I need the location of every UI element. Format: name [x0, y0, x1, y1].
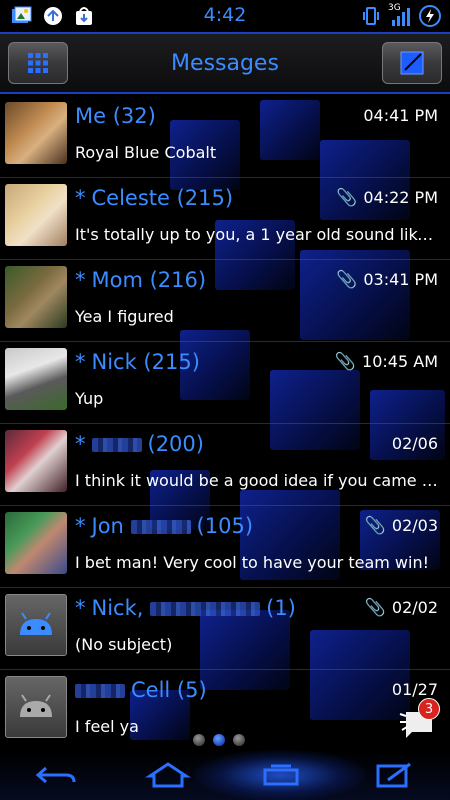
message-snippet: Yup	[75, 389, 104, 408]
contact-name: Cell (5)	[75, 678, 207, 702]
android-icon	[20, 612, 52, 635]
message-snippet: I feel ya	[75, 717, 139, 736]
message-time: 📎 02/02	[364, 598, 438, 618]
status-bar: 4:42 3G	[0, 0, 450, 32]
message-snippet: I bet man! Very cool to have your team w…	[75, 553, 430, 572]
contact-name: * Celeste (215)	[75, 186, 234, 210]
signal-strength-icon	[392, 8, 410, 26]
clock: 4:42	[203, 4, 247, 26]
contact-avatar[interactable]	[5, 266, 67, 328]
contact-avatar[interactable]	[5, 348, 67, 410]
redacted-name	[75, 684, 125, 698]
conversation-row[interactable]: * Nick (215) 📎 10:45 AM Yup	[0, 342, 450, 424]
back-icon[interactable]	[32, 760, 80, 790]
app-header: Messages	[0, 32, 450, 94]
contact-avatar[interactable]	[5, 676, 67, 738]
attachment-icon: 📎	[336, 188, 358, 208]
compose-button[interactable]	[382, 42, 442, 84]
contact-name: * Nick (215)	[75, 350, 200, 374]
star-icon: *	[75, 596, 86, 620]
message-time: 04:41 PM	[363, 106, 438, 125]
page-dot[interactable]	[193, 734, 205, 746]
message-time: 📎 04:22 PM	[336, 188, 438, 208]
contact-name: * (200)	[75, 432, 204, 456]
conversation-list: Me (32) 04:41 PM Royal Blue Cobalt * Cele…	[0, 96, 450, 752]
page-dot-active[interactable]	[213, 734, 225, 746]
message-time: 01/27	[391, 680, 438, 699]
vibrate-icon	[363, 7, 379, 25]
battery-charging-icon	[419, 5, 441, 27]
contact-avatar[interactable]	[5, 512, 67, 574]
contact-avatar[interactable]	[5, 594, 67, 656]
contact-name: * Jon (105)	[75, 514, 254, 538]
contact-name: Me (32)	[75, 104, 156, 128]
star-icon: *	[75, 268, 86, 292]
star-icon: *	[75, 432, 86, 456]
contact-avatar[interactable]	[5, 102, 67, 164]
android-icon	[20, 694, 52, 717]
message-time: 📎 10:45 AM	[334, 352, 438, 372]
conversation-row[interactable]: * Nick, (1) 📎 02/02 (No subject)	[0, 588, 450, 670]
contact-avatar[interactable]	[5, 184, 67, 246]
recent-apps-icon[interactable]	[257, 760, 305, 790]
message-snippet: (No subject)	[75, 635, 173, 654]
conversation-row[interactable]: * Celeste (215) 📎 04:22 PM It's totally up…	[0, 178, 450, 260]
conversation-row[interactable]: * Jon (105) 📎 02/03 I bet man! Very cool t…	[0, 506, 450, 588]
message-snippet: Yea I figured	[75, 307, 174, 326]
star-icon: *	[75, 186, 86, 210]
navigation-bar	[0, 750, 450, 800]
unread-count-badge: 3	[418, 698, 440, 720]
contact-avatar[interactable]	[5, 430, 67, 492]
contact-name: * Mom (216)	[75, 268, 207, 292]
conversation-row[interactable]: * (200) 02/06 I think it would be a good …	[0, 424, 450, 506]
notification-widget[interactable]: 3	[398, 698, 442, 740]
attachment-icon: 📎	[336, 270, 358, 290]
attachment-icon: 📎	[334, 352, 357, 372]
redacted-name	[150, 602, 261, 616]
conversation-row[interactable]: * Mom (216) 📎 03:41 PM Yea I figured	[0, 260, 450, 342]
star-icon: *	[75, 350, 86, 374]
message-time: 📎 03:41 PM	[336, 270, 438, 290]
home-icon[interactable]	[144, 760, 192, 790]
star-icon: *	[75, 514, 86, 538]
message-snippet: It's totally up to you, a 1 year old sou…	[75, 225, 440, 244]
message-time: 📎 02/03	[364, 516, 438, 536]
page-indicator	[193, 731, 253, 750]
message-snippet: I think it would be a good idea if you c…	[75, 471, 440, 490]
contact-name: * Nick, (1)	[75, 596, 296, 620]
redacted-name	[130, 520, 191, 534]
attachment-icon: 📎	[364, 516, 386, 536]
page-dot[interactable]	[233, 734, 245, 746]
message-time: 02/06	[391, 434, 438, 453]
attachment-icon: 📎	[364, 598, 386, 618]
conversation-row[interactable]: Me (32) 04:41 PM Royal Blue Cobalt	[0, 96, 450, 178]
redacted-name	[91, 438, 142, 452]
compose-icon	[400, 51, 424, 75]
message-snippet: Royal Blue Cobalt	[75, 143, 217, 162]
compose-nav-icon[interactable]	[370, 760, 418, 790]
